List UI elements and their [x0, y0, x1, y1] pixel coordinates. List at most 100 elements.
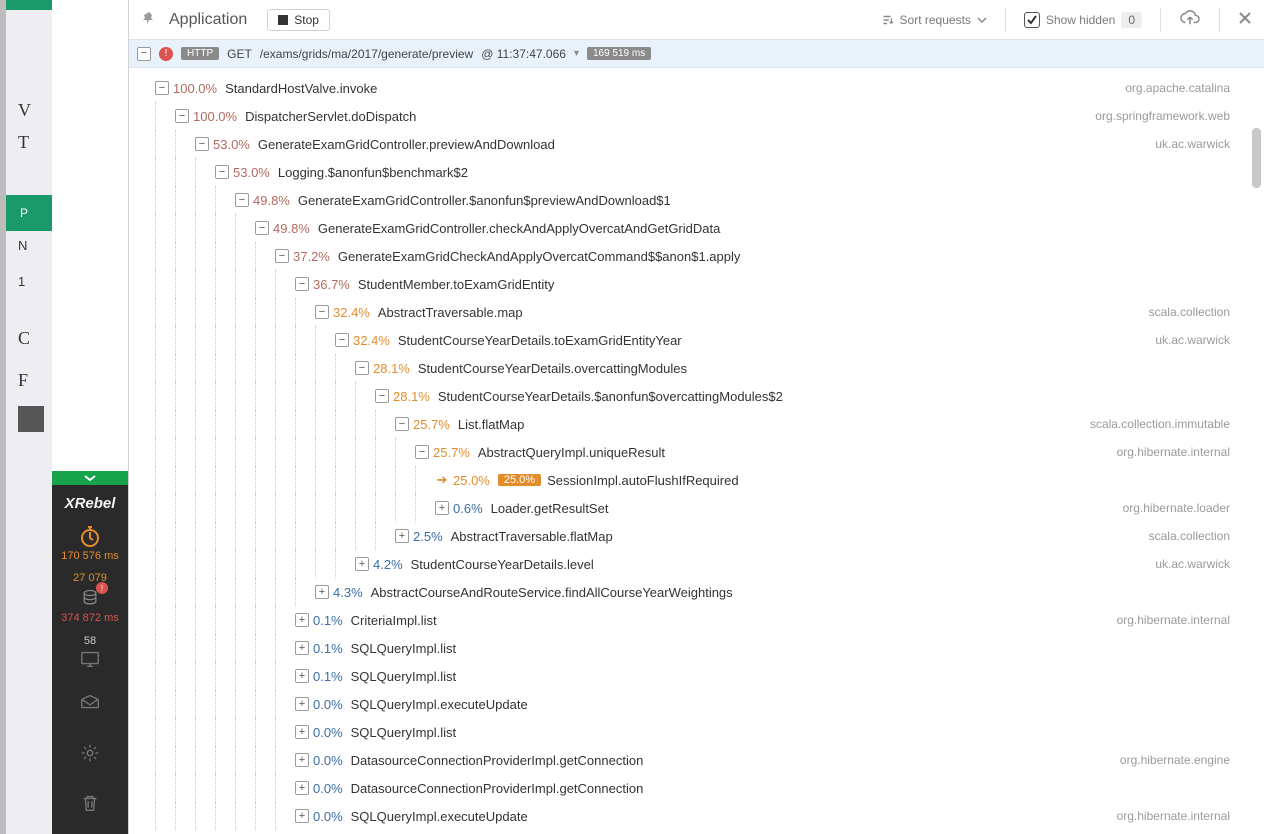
scrollbar-thumb[interactable] [1252, 128, 1261, 188]
call-tree: −100.0%StandardHostValve.invokeorg.apach… [129, 68, 1264, 834]
tree-row[interactable]: −53.0%GenerateExamGridController.preview… [135, 130, 1264, 158]
xrebel-expand-caret[interactable] [52, 471, 128, 485]
sort-button[interactable]: Sort requests [880, 13, 987, 27]
method-label: SQLQueryImpl.list [351, 669, 456, 684]
sidebar-io[interactable]: 58 [52, 632, 128, 674]
tree-toggle[interactable]: − [415, 445, 429, 459]
tree-toggle[interactable]: + [295, 725, 309, 739]
tree-row[interactable]: −25.7%List.flatMapscala.collection.immut… [135, 410, 1264, 438]
tree-row[interactable]: +0.0%DatasourceConnectionProviderImpl.ge… [135, 774, 1264, 802]
tree-toggle[interactable]: − [335, 333, 349, 347]
show-hidden-toggle[interactable]: Show hidden 0 [1024, 12, 1142, 28]
tree-row[interactable]: −37.2%GenerateExamGridCheckAndApplyOverc… [135, 242, 1264, 270]
request-method: GET [227, 47, 252, 61]
tree-row[interactable]: −53.0%Logging.$anonfun$benchmark$2 [135, 158, 1264, 186]
tree-toggle[interactable]: + [295, 809, 309, 823]
percent-label: 4.3% [333, 585, 363, 600]
sidebar-db[interactable]: 27 079 ! 374 872 ms [52, 572, 128, 624]
method-label: DatasourceConnectionProviderImpl.getConn… [351, 781, 644, 796]
tree-row[interactable]: ➔25.0%25.0%SessionImpl.autoFlushIfRequir… [135, 466, 1264, 494]
bg-accent-top [6, 0, 52, 10]
tree-toggle[interactable]: − [175, 109, 189, 123]
bg-letter-w: V [18, 100, 31, 121]
package-label: uk.ac.warwick [1155, 333, 1230, 347]
tree-toggle[interactable]: + [295, 613, 309, 627]
tree-row[interactable]: +4.3%AbstractCourseAndRouteService.findA… [135, 578, 1264, 606]
bg-dark-button [18, 406, 44, 432]
package-label: org.hibernate.engine [1120, 753, 1230, 767]
method-label: StudentMember.toExamGridEntity [358, 277, 555, 292]
sidebar-settings[interactable] [52, 732, 128, 774]
percent-label: 100.0% [173, 81, 217, 96]
tree-toggle[interactable]: − [195, 137, 209, 151]
method-label: DispatcherServlet.doDispatch [245, 109, 416, 124]
package-label: org.springframework.web [1095, 109, 1230, 123]
sidebar-timer[interactable]: 170 576 ms [52, 522, 128, 564]
tree-toggle[interactable]: + [355, 557, 369, 571]
tree-row[interactable]: +0.0%SQLQueryImpl.executeUpdate [135, 690, 1264, 718]
tree-toggle[interactable]: − [355, 361, 369, 375]
tree-row[interactable]: +0.0%DatasourceConnectionProviderImpl.ge… [135, 746, 1264, 774]
tree-row[interactable]: −28.1%StudentCourseYearDetails.overcatti… [135, 354, 1264, 382]
tree-toggle[interactable]: − [235, 193, 249, 207]
tree-toggle[interactable]: + [295, 669, 309, 683]
tree-toggle[interactable]: − [315, 305, 329, 319]
tree-row[interactable]: −32.4%StudentCourseYearDetails.toExamGri… [135, 326, 1264, 354]
sidebar-trash[interactable] [52, 782, 128, 824]
tree-toggle[interactable]: + [295, 697, 309, 711]
close-button[interactable] [1238, 11, 1252, 28]
tree-toggle[interactable]: + [315, 585, 329, 599]
percent-label: 0.1% [313, 641, 343, 656]
alert-icon: ! [159, 47, 173, 61]
tree-toggle[interactable]: − [295, 277, 309, 291]
sort-icon [880, 13, 894, 27]
tree-toggle[interactable]: − [215, 165, 229, 179]
close-icon [1238, 11, 1252, 25]
percent-label: 0.0% [313, 697, 343, 712]
collapse-toggle[interactable]: − [137, 47, 151, 61]
tree-row[interactable]: +0.6%Loader.getResultSetorg.hibernate.lo… [135, 494, 1264, 522]
xrebel-logo: XRebel [65, 495, 116, 512]
tree-row[interactable]: +0.0%SQLQueryImpl.executeUpdateorg.hiber… [135, 802, 1264, 830]
tree-row[interactable]: +0.0%SQLQueryImpl.list [135, 718, 1264, 746]
tree-toggle[interactable]: − [375, 389, 389, 403]
tree-row[interactable]: +0.1%CriteriaImpl.listorg.hibernate.inte… [135, 606, 1264, 634]
percent-label: 28.1% [393, 389, 430, 404]
divider [1005, 8, 1006, 32]
tree-row[interactable]: +2.5%AbstractTraversable.flatMapscala.co… [135, 522, 1264, 550]
percent-badge: 25.0% [498, 474, 541, 486]
tree-toggle[interactable]: − [395, 417, 409, 431]
toolbar: Application Stop Sort requests Show hidd… [129, 0, 1264, 40]
tree-toggle[interactable]: − [275, 249, 289, 263]
sidebar-mail[interactable] [52, 682, 128, 724]
tree-row[interactable]: −49.8%GenerateExamGridController.checkAn… [135, 214, 1264, 242]
percent-label: 25.7% [413, 417, 450, 432]
request-header-row[interactable]: − ! HTTP GET /exams/grids/ma/2017/genera… [129, 40, 1264, 68]
call-tree-scroll[interactable]: −100.0%StandardHostValve.invokeorg.apach… [129, 68, 1264, 834]
tree-toggle[interactable]: + [295, 781, 309, 795]
sidebar-db-value: 374 872 ms [61, 612, 118, 624]
tree-toggle[interactable]: + [395, 529, 409, 543]
cloud-upload-button[interactable] [1179, 9, 1201, 30]
package-label: org.hibernate.loader [1123, 501, 1230, 515]
stop-button[interactable]: Stop [267, 9, 330, 31]
tree-toggle[interactable]: + [295, 641, 309, 655]
tree-toggle[interactable]: + [435, 501, 449, 515]
pin-icon[interactable] [141, 10, 157, 29]
tree-row[interactable]: −36.7%StudentMember.toExamGridEntity [135, 270, 1264, 298]
tree-row[interactable]: −49.8%GenerateExamGridController.$anonfu… [135, 186, 1264, 214]
tree-row[interactable]: −100.0%StandardHostValve.invokeorg.apach… [135, 74, 1264, 102]
tree-row[interactable]: −32.4%AbstractTraversable.mapscala.colle… [135, 298, 1264, 326]
percent-label: 49.8% [273, 221, 310, 236]
chevron-down-icon[interactable]: ▾ [574, 48, 579, 59]
tree-toggle[interactable]: − [155, 81, 169, 95]
package-label: org.hibernate.internal [1117, 809, 1230, 823]
tree-row[interactable]: +0.1%SQLQueryImpl.list [135, 662, 1264, 690]
tree-toggle[interactable]: − [255, 221, 269, 235]
tree-row[interactable]: +0.1%SQLQueryImpl.list [135, 634, 1264, 662]
tree-toggle[interactable]: + [295, 753, 309, 767]
tree-row[interactable]: −25.7%AbstractQueryImpl.uniqueResultorg.… [135, 438, 1264, 466]
tree-row[interactable]: +4.2%StudentCourseYearDetails.leveluk.ac… [135, 550, 1264, 578]
tree-row[interactable]: −100.0%DispatcherServlet.doDispatchorg.s… [135, 102, 1264, 130]
tree-row[interactable]: −28.1%StudentCourseYearDetails.$anonfun$… [135, 382, 1264, 410]
